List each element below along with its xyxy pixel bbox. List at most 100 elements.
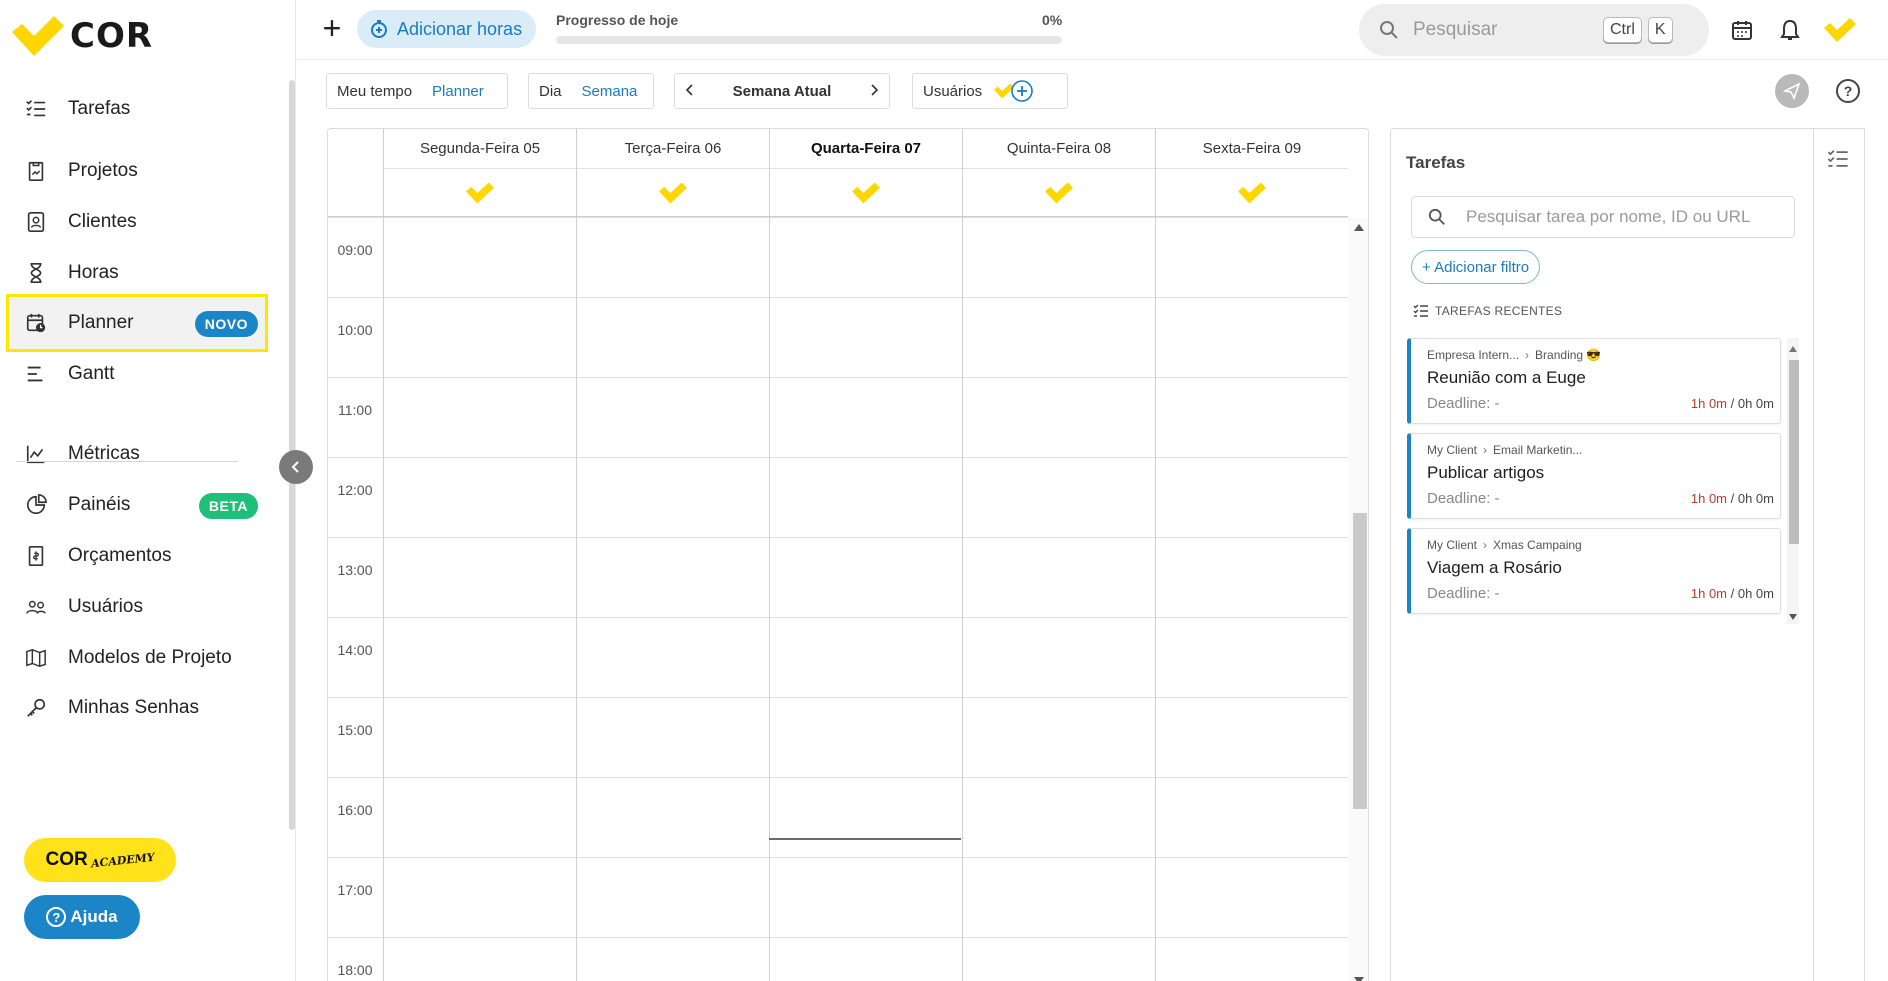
progress-bar [556, 36, 1062, 44]
day-name: Terça-Feira 06 [577, 129, 769, 169]
gantt-icon [24, 362, 48, 386]
scroll-down-arrow-icon[interactable] [1354, 977, 1364, 981]
scroll-up-arrow-icon[interactable] [1789, 346, 1797, 352]
task-search-placeholder: Pesquisar tarea por nome, ID ou URL [1466, 207, 1751, 226]
chevron-right-icon: › [1525, 348, 1530, 362]
tab-semana[interactable]: Semana [572, 83, 648, 100]
task-card[interactable]: My Client › Xmas Campaing Viagem a Rosário D… [1407, 528, 1781, 614]
sidebar-item-métricas[interactable]: Métricas [6, 425, 268, 483]
sidebar-item-label: Planner [68, 312, 134, 333]
status-badge: BETA [198, 493, 258, 519]
task-list-icon [1413, 304, 1429, 318]
sidebar-item-minhas-senhas[interactable]: Minhas Senhas [6, 679, 268, 737]
bell-icon [1780, 19, 1800, 40]
task-client: My Client [1427, 443, 1478, 457]
hour-label: 17:00 [337, 882, 373, 898]
user-avatar-icon[interactable] [1156, 169, 1348, 217]
help-circle-icon: ? [46, 907, 67, 927]
cor-logo[interactable]: COR [12, 14, 153, 58]
brand-name: COR [70, 16, 154, 56]
day-column[interactable] [576, 217, 769, 981]
day-column-header[interactable]: Quarta-Feira 07 [769, 129, 962, 217]
user-avatar-icon[interactable] [577, 169, 769, 217]
task-list-toggle[interactable] [1827, 149, 1849, 174]
cor-academy-button[interactable]: COR ACADEMY [24, 838, 176, 882]
sidebar-item-label: Painéis [68, 494, 131, 515]
tab-dia[interactable]: Dia [529, 83, 572, 100]
tab-meu-tempo[interactable]: Meu tempo [327, 83, 422, 100]
sidebar-item-tarefas[interactable]: Tarefas [6, 80, 268, 138]
global-search[interactable]: Pesquisar Ctrl K [1359, 4, 1709, 56]
hour-label: 10:00 [337, 322, 373, 338]
user-avatar-icon[interactable] [963, 169, 1155, 217]
scroll-up-arrow-icon[interactable] [1354, 224, 1364, 231]
day-column[interactable] [1155, 217, 1348, 981]
map-icon [24, 646, 48, 670]
chevron-right-icon: › [1483, 443, 1488, 457]
day-column-header[interactable]: Segunda-Feira 05 [383, 129, 576, 217]
sidebar-item-planner[interactable]: Planner NOVO [6, 294, 268, 352]
tab-planner[interactable]: Planner [422, 83, 494, 100]
sidebar-item-label: Horas [68, 262, 119, 283]
task-title: Viagem a Rosário [1427, 558, 1562, 577]
user-avatar-icon[interactable] [770, 169, 962, 217]
hour-label: 11:00 [338, 402, 372, 418]
task-tracked-time: 1h 0m [1690, 396, 1728, 411]
status-badge: NOVO [194, 311, 258, 337]
user-avatar-button[interactable] [1823, 16, 1857, 44]
task-card[interactable]: My Client › Email Marketin... Publicar arti… [1407, 433, 1781, 519]
search-placeholder: Pesquisar [1413, 19, 1498, 40]
task-list-icon [1827, 150, 1848, 167]
chevron-left-icon [685, 83, 693, 96]
sidebar-item-gantt[interactable]: Gantt [6, 345, 268, 403]
next-week-button[interactable] [859, 83, 889, 100]
help-circle-icon[interactable]: ? [1836, 79, 1860, 103]
day-column[interactable] [962, 217, 1155, 981]
current-week-label[interactable]: Semana Atual [723, 83, 842, 100]
scroll-down-arrow-icon[interactable] [1789, 614, 1797, 620]
calendar-scrollbar-thumb[interactable] [1353, 513, 1367, 809]
day-column-header[interactable]: Sexta-Feira 09 [1155, 129, 1348, 217]
hourglass-icon [24, 261, 48, 285]
users-filter-label: Usuários [923, 82, 983, 100]
prev-week-button[interactable] [675, 83, 705, 100]
sidebar-item-clientes[interactable]: Clientes [6, 193, 268, 251]
day-column-header[interactable]: Quinta-Feira 08 [962, 129, 1155, 217]
week-calendar: Segunda-Feira 05 Terça-Feira 06 Quarta-Fei… [327, 128, 1369, 981]
sidebar-item-painéis[interactable]: Painéis BETA [6, 476, 268, 534]
hour-label: 12:00 [337, 482, 373, 498]
add-hours-label: Adicionar horas [397, 18, 523, 39]
send-button[interactable] [1775, 74, 1809, 108]
quick-add-button[interactable]: + [317, 12, 347, 46]
collapse-sidebar-button[interactable] [279, 450, 313, 484]
user-avatar-icon[interactable] [384, 169, 576, 217]
task-card[interactable]: Empresa Intern... › Branding 😎 Reunião com … [1407, 338, 1781, 424]
task-project: Email Marketin... [1493, 443, 1583, 457]
hour-label: 09:00 [337, 242, 373, 258]
progress-label: Progresso de hoje [556, 12, 679, 28]
task-search-input[interactable]: Pesquisar tarea por nome, ID ou URL [1411, 196, 1795, 238]
chevron-left-icon [291, 461, 299, 473]
add-filter-button[interactable]: + Adicionar filtro [1411, 250, 1541, 284]
sidebar-item-usuários[interactable]: Usuários [6, 578, 268, 636]
range-switch: Dia Semana [528, 73, 654, 109]
paper-plane-icon [1783, 82, 1801, 100]
add-user-icon[interactable] [1010, 79, 1034, 103]
sidebar-item-orçamentos[interactable]: Orçamentos [6, 527, 268, 585]
hour-label: 18:00 [337, 962, 373, 978]
day-column[interactable] [769, 217, 962, 981]
day-name: Sexta-Feira 09 [1156, 129, 1348, 169]
key-icon [24, 696, 48, 720]
notifications-button[interactable] [1776, 16, 1804, 44]
users-filter[interactable]: Usuários [912, 73, 1068, 109]
sidebar-item-projetos[interactable]: Projetos [6, 142, 268, 200]
calendar-button[interactable] [1728, 16, 1756, 44]
recent-tasks-label: TAREFAS RECENTES [1435, 304, 1563, 318]
task-list-scrollbar-thumb[interactable] [1789, 360, 1799, 544]
day-column-header[interactable]: Terça-Feira 06 [576, 129, 769, 217]
day-column[interactable] [383, 217, 576, 981]
day-name: Segunda-Feira 05 [384, 129, 576, 169]
sidebar-item-label: Clientes [68, 211, 137, 232]
add-hours-button[interactable]: Adicionar horas [357, 10, 537, 48]
help-button[interactable]: ? Ajuda [24, 895, 140, 939]
